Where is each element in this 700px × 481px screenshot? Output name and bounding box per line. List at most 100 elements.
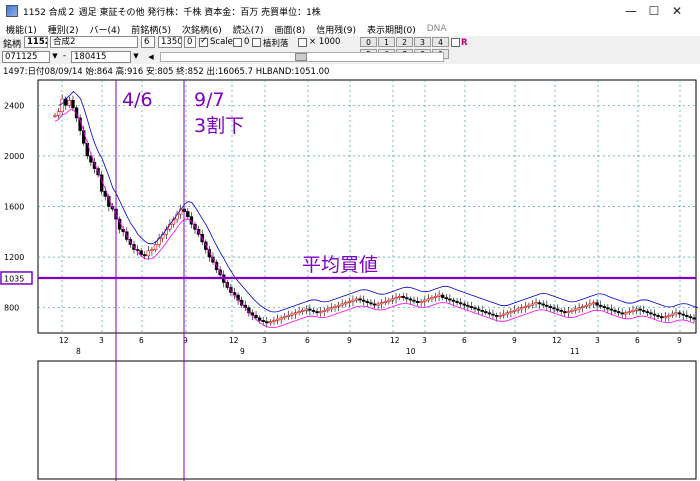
candle-body [329,307,334,310]
x-tick-label: 3 [262,336,267,345]
field-0[interactable]: 0 [184,36,196,48]
candle-body [642,309,646,312]
year-label: 11 [570,347,580,356]
menu-next-symbol[interactable]: 次銘柄(6) [182,23,222,36]
date-from-chevron-down-icon[interactable]: ▼ [50,51,60,62]
candle-body [153,244,158,250]
candle-body [383,301,387,303]
menu-period[interactable]: 表示期間(0) [367,23,416,36]
times-label: × 1000 [309,37,341,47]
drop-label: 3割下 [194,115,244,137]
candle-body [548,306,553,308]
grid-button-4[interactable]: 4 [432,37,449,47]
candle-body [681,313,685,316]
candle-body [491,313,495,316]
x-tick-label: 3 [595,336,600,345]
candle-body [369,302,373,305]
candle-body [60,98,64,112]
candle-body [415,301,420,303]
symbol-code-input[interactable]: 1152 [24,36,48,48]
x-tick-label: 6 [305,336,310,345]
menu-function[interactable]: 機能(1) [6,23,37,36]
menu-prev-symbol[interactable]: 前銘柄(5) [131,23,171,36]
x-tick-label: 9 [677,336,682,345]
candle-body [563,311,567,314]
y-tick-label: 2400 [4,101,24,110]
grid-button-2[interactable]: 2 [396,37,413,47]
candle-body [56,111,61,116]
scale-checkbox[interactable] [199,36,208,47]
date-from-select[interactable]: 071125 [2,51,50,63]
candle-body [344,302,348,305]
candle-body [451,299,456,302]
zero-checkbox[interactable] [233,38,242,47]
range-dash-label: - [63,51,67,61]
year-label: 8 [76,347,81,356]
menu-screen[interactable]: 画面(8) [275,23,306,36]
x-tick-label: 12 [390,336,400,345]
menu-bar-settings[interactable]: バー(4) [90,23,121,36]
x-tick-label: 3 [422,336,427,345]
scroll-left-arrow-icon[interactable]: ◀ [146,52,156,63]
date-to-chevron-down-icon[interactable]: ▼ [131,51,141,62]
menu-load[interactable]: 読込(7) [233,23,264,36]
candle-body [634,308,639,311]
candle-body [455,301,459,303]
r-checkbox[interactable] [451,38,460,47]
candle-body [423,299,427,302]
y-tick-label: 1600 [4,203,24,212]
grid-button-1[interactable]: 1 [378,37,395,47]
candle-body [591,302,596,305]
candle-body [458,302,463,305]
candle-body [685,314,689,317]
candle-body [595,302,599,306]
candle-body [609,308,614,311]
r-button[interactable]: R [461,38,472,48]
candle-body [484,311,488,314]
candle-body [419,301,423,303]
candle-body [480,309,484,312]
x-tick-label: 12 [229,336,239,345]
field-1350[interactable]: 1350 [158,36,182,48]
candle-body [394,297,398,300]
candle-body [466,304,470,307]
y-tick-label: 1200 [4,253,24,262]
y-tick-label: 800 [4,304,19,313]
candle-body [301,309,305,312]
field-6[interactable]: 6 [141,36,155,48]
candle-body [146,250,151,257]
candle-body [545,304,549,307]
title-bar: 1152 合成２ 週足 東証その他 発行株：千株 資本金：百万 売買単位：1株 … [0,0,700,23]
menu-type[interactable]: 種別(2) [48,23,79,36]
date-label-4-6: 4/6 [122,89,153,111]
candle-body [663,316,667,319]
menu-margin[interactable]: 信用残(9) [316,23,356,36]
scrollbar-thumb[interactable] [295,53,307,61]
candle-body [150,249,154,252]
grid-button-3[interactable]: 3 [414,37,431,47]
range-checkbox[interactable] [252,38,261,47]
zero-label: 0 [244,37,250,47]
candle-body [397,296,402,298]
menu-dna[interactable]: DNA [427,24,447,34]
x-tick-label: 12 [552,336,562,345]
candle-body [340,303,344,306]
candle-body [487,312,492,315]
times-checkbox[interactable] [298,38,307,47]
candle-body [692,317,696,320]
candle-body [354,298,359,301]
date-to-select[interactable]: 180415 [71,51,131,63]
price-chart[interactable]: 240020001600120080012 3 6 9 12 3 6 9 12 3 6 9 12 3 6 98… [0,78,700,481]
candle-body [286,314,291,317]
candle-body [408,298,413,301]
close-button[interactable]: ✕ [654,0,700,22]
candle-body [577,307,581,310]
symbol-name-input[interactable]: 合成2 [50,36,138,48]
grid-button-0[interactable]: 0 [360,37,377,47]
candle-body [645,311,650,314]
candle-body [304,308,308,311]
candle-body [412,299,416,302]
candle-body [656,314,660,317]
range-label: 植利落 [263,39,289,49]
period-scrollbar[interactable] [160,52,444,62]
